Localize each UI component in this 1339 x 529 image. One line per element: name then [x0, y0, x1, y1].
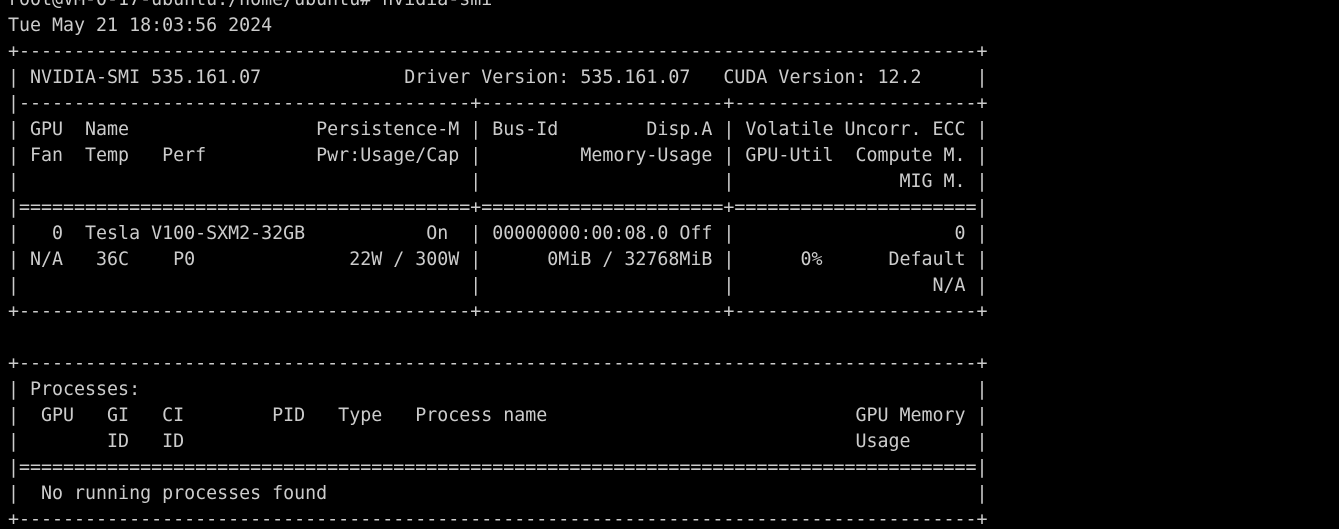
gpu-header-divider: |=======================================… [8, 197, 988, 218]
driver-info-row: | NVIDIA-SMI 535.161.07 Driver Version: … [8, 67, 988, 88]
timestamp-line: Tue May 21 18:03:56 2024 [8, 15, 273, 36]
processes-border-top: +---------------------------------------… [8, 353, 988, 374]
terminal-window[interactable]: root@VM-0-17-ubuntu:/home/ubuntu# nvidia… [0, 0, 1339, 529]
gpu-header-row-3: | | | MIG M. | [8, 171, 988, 192]
processes-header-row-2: | ID ID Usage | [8, 431, 988, 452]
gpu-header-row-2: | Fan Temp Perf Pwr:Usage/Cap | Memory-U… [8, 145, 988, 166]
gpu-data-row-2: | N/A 36C P0 22W / 300W | 0MiB / 32768Mi… [8, 249, 988, 270]
gpu-header-row-1: | GPU Name Persistence-M | Bus-Id Disp.A… [8, 119, 988, 140]
processes-header-divider: |=======================================… [8, 457, 988, 478]
gpu-data-row-3: | | | N/A | [8, 275, 988, 296]
gpu-data-row-1: | 0 Tesla V100-SXM2-32GB On | 00000000:0… [8, 223, 988, 244]
gpu-table-border-bottom: +---------------------------------------… [8, 301, 988, 322]
command-prompt-line: root@VM-0-17-ubuntu:/home/ubuntu# nvidia… [8, 0, 492, 13]
table-border-top: +---------------------------------------… [8, 41, 988, 62]
processes-header-row-1: | GPU GI CI PID Type Process name GPU Me… [8, 405, 988, 426]
processes-border-bottom: +---------------------------------------… [8, 509, 988, 529]
processes-title-row: | Processes: | [8, 379, 988, 400]
header-separator: |---------------------------------------… [8, 93, 988, 114]
no-processes-row: | No running processes found | [8, 483, 988, 504]
